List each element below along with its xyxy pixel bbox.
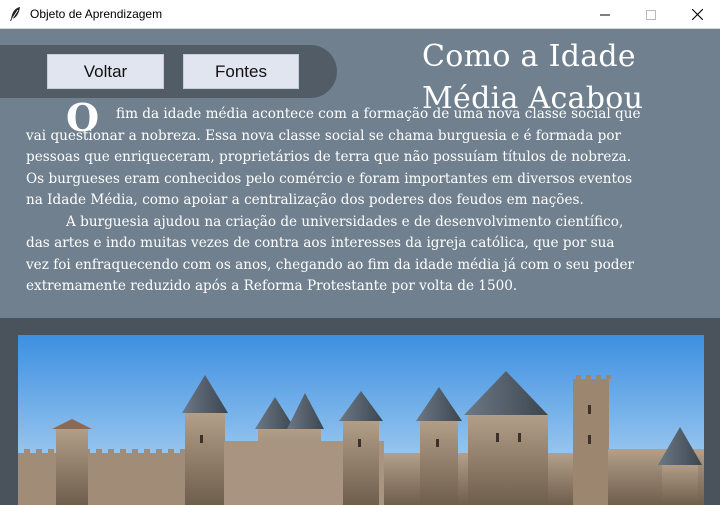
close-icon (691, 9, 703, 20)
maximize-button[interactable] (628, 0, 674, 29)
article-line: pessoas que enriqueceram, proprietários … (26, 149, 632, 165)
window-titlebar: Objeto de Aprendizagem (0, 0, 720, 29)
article-line: Os burgueses eram conhecidos pelo comérc… (26, 170, 633, 187)
feather-icon (8, 6, 22, 22)
minimize-button[interactable] (582, 0, 628, 29)
navigation-toolbar: Voltar Fontes (0, 45, 337, 98)
article-line: na Idade Média, como apoiar a centraliza… (26, 192, 584, 208)
close-button[interactable] (674, 0, 720, 29)
article-line: fim da idade média acontece com a formaç… (116, 106, 641, 122)
article-line: vez foi enfraquecendo com os anos, chega… (26, 256, 635, 273)
back-button[interactable]: Voltar (47, 54, 164, 89)
article-line: das artes e indo muitas vezes de contra … (26, 235, 615, 251)
article-text: O fim da idade média acontece com a form… (26, 98, 704, 298)
medieval-castle-photo (18, 335, 704, 505)
minimize-icon (600, 10, 610, 20)
page-title-line1: Como a Idade (422, 39, 636, 74)
window-title: Objeto de Aprendizagem (30, 7, 163, 21)
article-line: extremamente reduzido após a Reforma Pro… (26, 278, 518, 294)
sources-button[interactable]: Fontes (183, 54, 299, 89)
article-line: vai questionar a nobreza. Essa nova clas… (26, 127, 622, 144)
dropcap-letter: O (66, 95, 100, 140)
maximize-icon (646, 9, 656, 20)
article-line: A burguesia ajudou na criação de univers… (66, 213, 624, 230)
